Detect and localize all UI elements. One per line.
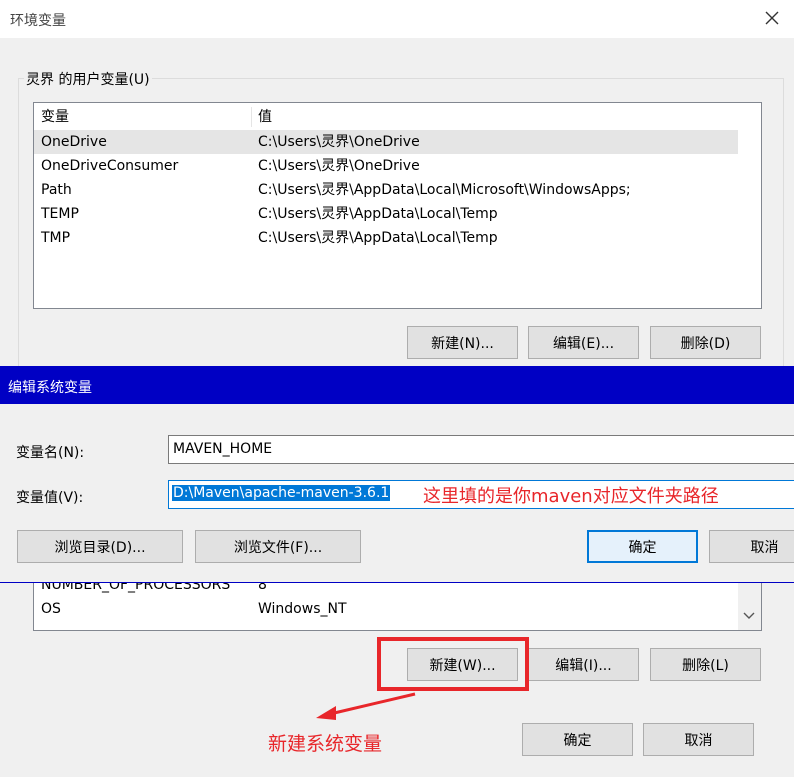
- list-header: 变量 值: [34, 105, 738, 129]
- edit-ok-button[interactable]: 确定: [587, 530, 698, 563]
- column-header-value[interactable]: 值: [258, 105, 272, 129]
- table-row[interactable]: TEMP C:\Users\灵界\AppData\Local\Temp: [34, 202, 738, 226]
- selected-text: D:\Maven\apache-maven-3.6.1: [172, 485, 391, 501]
- user-vars-list[interactable]: 变量 值 OneDrive C:\Users\灵界\OneDrive OneDr…: [33, 102, 762, 309]
- browse-directory-button[interactable]: 浏览目录(D)...: [17, 530, 183, 563]
- table-row[interactable]: OneDrive C:\Users\灵界\OneDrive: [34, 130, 738, 154]
- table-row[interactable]: OS Windows_NT: [34, 597, 738, 621]
- user-new-button[interactable]: 新建(N)...: [407, 326, 518, 359]
- table-row[interactable]: Path C:\Users\灵界\AppData\Local\Microsoft…: [34, 178, 738, 202]
- column-divider[interactable]: [251, 107, 252, 127]
- chevron-down-icon[interactable]: [743, 609, 755, 625]
- user-edit-button[interactable]: 编辑(E)...: [528, 326, 639, 359]
- variable-value-input[interactable]: D:\Maven\apache-maven-3.6.1 这里填的是你maven对…: [168, 480, 794, 509]
- window-titlebar: 环境变量: [0, 0, 794, 38]
- edit-dialog-title: 编辑系统变量: [8, 380, 92, 396]
- browse-file-button[interactable]: 浏览文件(F)...: [195, 530, 361, 563]
- variable-name-input[interactable]: MAVEN_HOME: [168, 435, 794, 464]
- close-icon[interactable]: [760, 6, 784, 30]
- row-cutoff: [34, 623, 738, 630]
- edit-cancel-button[interactable]: 取消: [709, 530, 794, 563]
- table-row[interactable]: OneDriveConsumer C:\Users\灵界\OneDrive: [34, 154, 738, 178]
- variable-name-label: 变量名(N):: [16, 445, 85, 461]
- edit-dialog-titlebar: 编辑系统变量: [0, 366, 794, 404]
- window-title: 环境变量: [10, 13, 66, 29]
- table-row[interactable]: TMP C:\Users\灵界\AppData\Local\Temp: [34, 226, 738, 250]
- user-vars-group-label: 灵界 的用户变量(U): [24, 69, 152, 89]
- edit-dialog: 编辑系统变量 变量名(N): MAVEN_HOME 变量值(V): D:\Mav…: [0, 366, 794, 583]
- highlight-box: [377, 637, 529, 691]
- user-delete-button[interactable]: 删除(D): [650, 326, 761, 359]
- column-header-variable[interactable]: 变量: [41, 105, 69, 129]
- annotation-value-hint: 这里填的是你maven对应文件夹路径: [423, 486, 719, 507]
- system-edit-button[interactable]: 编辑(I)...: [528, 648, 639, 681]
- cancel-button[interactable]: 取消: [643, 723, 754, 756]
- system-delete-button[interactable]: 删除(L): [650, 648, 761, 681]
- annotation-new-system-variable: 新建系统变量: [268, 733, 383, 755]
- annotation-arrow: [316, 692, 416, 720]
- variable-value-label: 变量值(V):: [16, 490, 84, 506]
- ok-button[interactable]: 确定: [522, 723, 633, 756]
